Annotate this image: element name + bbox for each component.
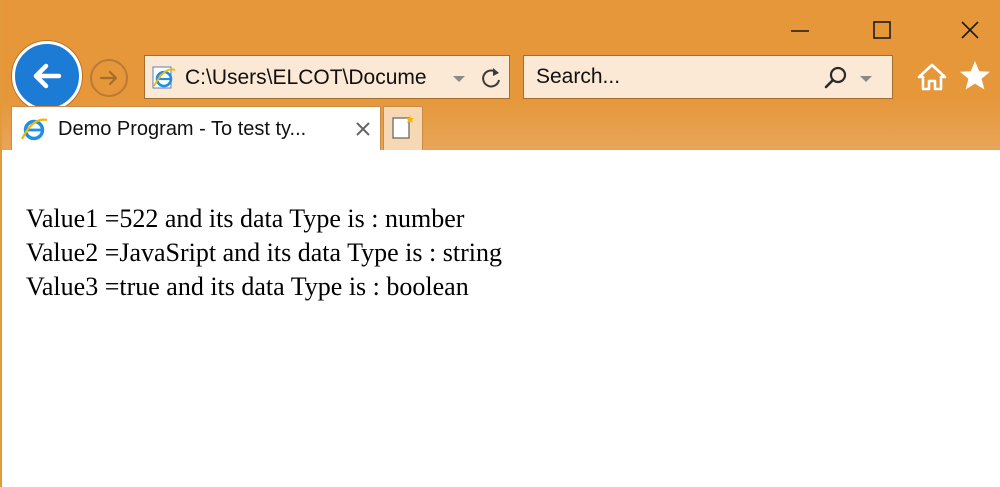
page-content: Value1 =522 and its data Type is : numbe… — [26, 202, 966, 304]
refresh-icon[interactable] — [479, 65, 503, 91]
browser-window: C:\Users\ELCOT\Docume Demo Progr — [0, 0, 1000, 487]
back-button[interactable] — [12, 41, 82, 111]
search-icon[interactable] — [822, 64, 850, 92]
address-url-text[interactable]: C:\Users\ELCOT\Docume — [185, 65, 439, 91]
ie-logo-icon — [152, 66, 176, 89]
search-input[interactable] — [536, 64, 806, 90]
minimize-button[interactable] — [778, 10, 822, 50]
forward-button[interactable] — [90, 59, 128, 97]
close-button[interactable] — [948, 10, 992, 50]
search-dropdown-icon[interactable] — [856, 66, 876, 90]
forward-arrow-icon — [99, 70, 118, 86]
output-line-1: Value1 =522 and its data Type is : numbe… — [26, 204, 465, 233]
output-line-2: Value2 =JavaSript and its data Type is :… — [26, 238, 502, 267]
back-arrow-icon — [33, 63, 62, 89]
home-icon[interactable] — [916, 61, 948, 93]
tab-title: Demo Program - To test ty... — [58, 118, 307, 140]
ie-logo-icon — [21, 118, 48, 141]
output-line-3: Value3 =true and its data Type is : bool… — [26, 272, 469, 301]
star-icon[interactable] — [958, 59, 992, 93]
maximize-button[interactable] — [860, 10, 904, 50]
new-tab-icon — [392, 115, 414, 139]
address-bar[interactable]: C:\Users\ELCOT\Docume — [144, 55, 510, 99]
minimize-icon — [791, 30, 809, 32]
chevron-down-icon[interactable] — [449, 66, 469, 90]
maximize-icon — [873, 21, 891, 39]
close-icon — [961, 21, 979, 39]
new-tab-button[interactable] — [383, 106, 423, 150]
close-icon[interactable] — [352, 118, 374, 140]
search-box[interactable] — [523, 55, 893, 99]
tab-demo-program[interactable]: Demo Program - To test ty... — [11, 106, 381, 150]
